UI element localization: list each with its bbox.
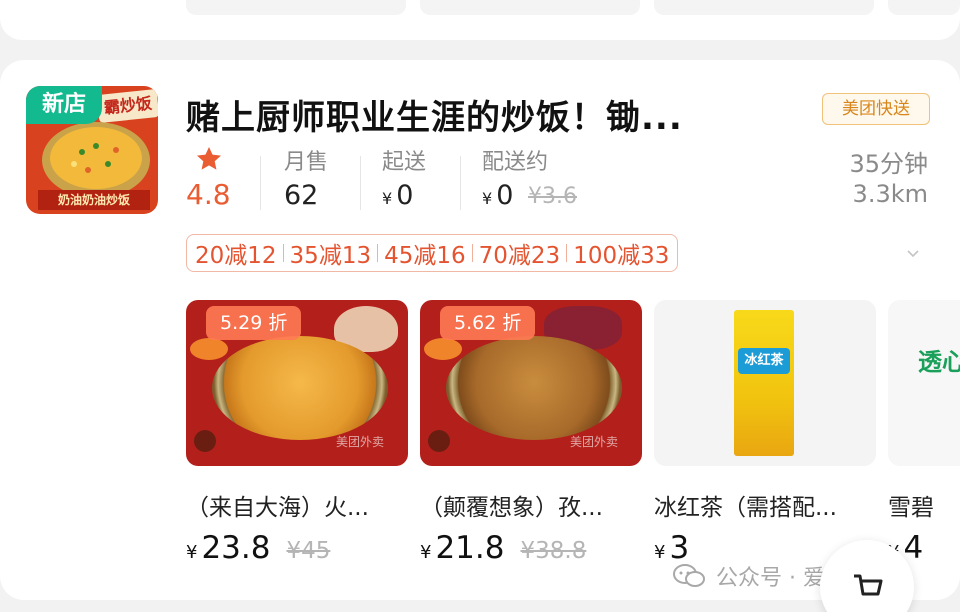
fried-rice-plate (446, 336, 622, 440)
stat-value-monthly-sales: 62 (284, 180, 319, 211)
price-value: 21.8 (435, 530, 505, 566)
thumbnail-caption: 奶油奶油炒饭 (38, 190, 150, 210)
promo-bar[interactable]: 20减12 35减13 45减16 70减23 100减33 (186, 234, 679, 272)
original-price: ¥38.8 (520, 538, 587, 564)
promo-separator (566, 244, 568, 262)
product-card[interactable]: 透心凉 雪碧 ¥ 4 (888, 300, 960, 566)
store-card[interactable]: 新店 霸炒饭 奶油奶油炒饭 赌上厨师职业生涯的炒饭！锄... 美团快送 4.8 … (0, 60, 960, 600)
carton-label: 冰红茶 (738, 348, 790, 374)
store-distance: 3.3km (852, 180, 928, 208)
product-image[interactable]: 冰红茶 (654, 300, 876, 466)
discount-tag: 5.29 折 (206, 306, 302, 340)
promo-item: 20减12 (195, 243, 277, 269)
cart-icon (854, 574, 883, 596)
product-price: ¥ 23.8 ¥45 (186, 530, 408, 566)
chevron-down-icon[interactable] (906, 246, 920, 260)
yen-symbol: ¥ (186, 542, 198, 563)
delivery-time: 35分钟 (849, 150, 928, 178)
promo-item: 45减16 (384, 243, 466, 269)
original-price: ¥45 (286, 538, 331, 564)
previous-chip (186, 0, 406, 15)
sauce-cup (428, 430, 450, 452)
product-name: 雪碧 (888, 495, 934, 521)
image-watermark: 美团外卖 (569, 435, 618, 449)
stat-divider (360, 156, 361, 210)
price-value: 23.8 (201, 530, 271, 566)
side-bowl (424, 338, 462, 360)
yen-symbol: ¥ (654, 542, 666, 563)
star-icon (196, 146, 222, 174)
previous-chip (654, 0, 874, 15)
discount-tag: 5.62 折 (440, 306, 536, 340)
promo-separator (282, 244, 284, 262)
yen-symbol: ¥ (482, 189, 493, 208)
fried-rice-plate (212, 336, 388, 440)
product-card[interactable]: 5.29 折 美团外卖 （来自大海）火... ¥ 23.8 ¥45 (186, 300, 408, 566)
store-name[interactable]: 赌上厨师职业生涯的炒饭！锄... (186, 90, 786, 139)
previous-chip (420, 0, 640, 15)
min-order-amount: 0 (396, 180, 414, 211)
previous-store-card (0, 0, 960, 40)
product-name: （颠覆想象）孜... (420, 495, 603, 521)
promo-separator (377, 244, 379, 262)
product-price: ¥ 21.8 ¥38.8 (420, 530, 642, 566)
product-card[interactable]: 冰红茶 冰红茶（需搭配... ¥ 3 (654, 300, 876, 566)
product-name: （来自大海）火... (186, 495, 369, 521)
stat-label-min-order: 起送 (382, 150, 427, 175)
promo-item: 100减33 (573, 243, 670, 269)
iced-tea-carton: 冰红茶 (734, 310, 794, 456)
delivery-tag: 美团快送 (822, 93, 930, 125)
stat-divider (460, 156, 461, 210)
promo-item: 70减23 (478, 243, 561, 269)
delivery-fee-amount: 0 (496, 180, 514, 211)
yen-symbol: ¥ (382, 189, 393, 208)
wechat-icon (673, 564, 705, 587)
stat-value-min-order: ¥0 (382, 180, 413, 211)
promo-separator (471, 244, 473, 262)
stat-label-delivery-fee: 配送约 (482, 150, 549, 175)
store-rating: 4.8 (186, 178, 231, 211)
previous-chip (888, 0, 960, 15)
stat-label-monthly-sales: 月售 (284, 150, 329, 175)
product-image[interactable]: 5.62 折 美团外卖 (420, 300, 642, 466)
store-thumbnail[interactable]: 新店 霸炒饭 奶油奶油炒饭 (26, 86, 158, 214)
product-image-text: 透心凉 (918, 348, 960, 376)
stat-value-delivery-fee: ¥0 (482, 180, 513, 211)
product-name: 冰红茶（需搭配... (654, 495, 837, 521)
stat-divider (260, 156, 261, 210)
sauce-cup (194, 430, 216, 452)
product-image[interactable]: 透心凉 (888, 300, 960, 466)
product-image[interactable]: 5.29 折 美团外卖 (186, 300, 408, 466)
yen-symbol: ¥ (420, 542, 432, 563)
image-watermark: 美团外卖 (335, 435, 384, 449)
delivery-fee-original: ¥3.6 (528, 184, 577, 209)
promo-item: 35减13 (289, 243, 372, 269)
product-card[interactable]: 5.62 折 美团外卖 （颠覆想象）孜... ¥ 21.8 ¥38.8 (420, 300, 642, 566)
new-store-badge: 新店 (26, 86, 102, 124)
side-bowl (190, 338, 228, 360)
